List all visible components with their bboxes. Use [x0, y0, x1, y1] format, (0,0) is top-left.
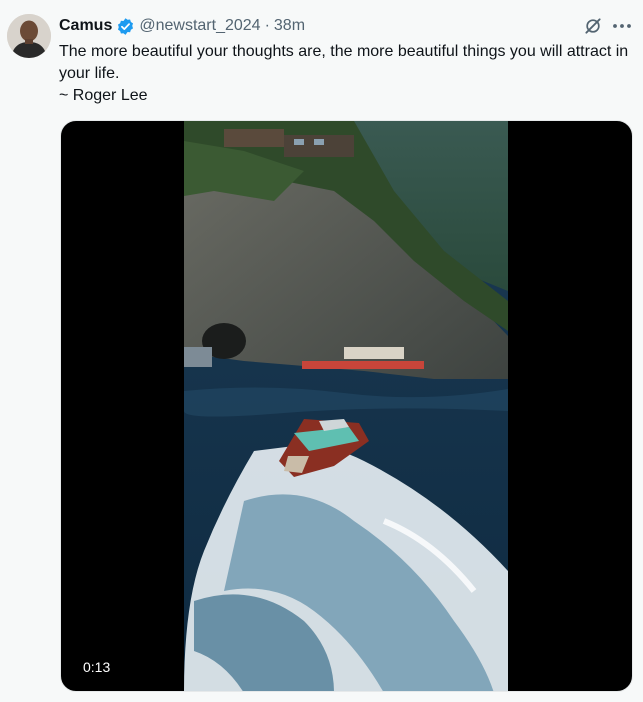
- video-thumbnail[interactable]: [184, 121, 508, 692]
- tweet-text-line: The more beautiful your thoughts are, th…: [59, 43, 633, 82]
- more-options-icon[interactable]: [610, 15, 634, 37]
- tweet-header: Camus @newstart_2024 · 38m: [59, 15, 305, 37]
- author-name[interactable]: Camus: [59, 17, 112, 35]
- verified-badge-icon: [116, 17, 135, 36]
- video-duration: 0:13: [76, 656, 118, 678]
- avatar[interactable]: [7, 14, 51, 58]
- tweet-text-line: ~ Roger Lee: [59, 87, 148, 104]
- author-handle[interactable]: @newstart_2024: [139, 17, 260, 35]
- timestamp[interactable]: 38m: [274, 17, 305, 35]
- tweet-card[interactable]: Camus @newstart_2024 · 38m The more beau…: [0, 0, 643, 702]
- video-player[interactable]: 0:13: [60, 120, 633, 692]
- tweet-text: The more beautiful your thoughts are, th…: [59, 41, 629, 107]
- separator-dot: ·: [264, 17, 270, 34]
- grok-icon[interactable]: [582, 15, 604, 37]
